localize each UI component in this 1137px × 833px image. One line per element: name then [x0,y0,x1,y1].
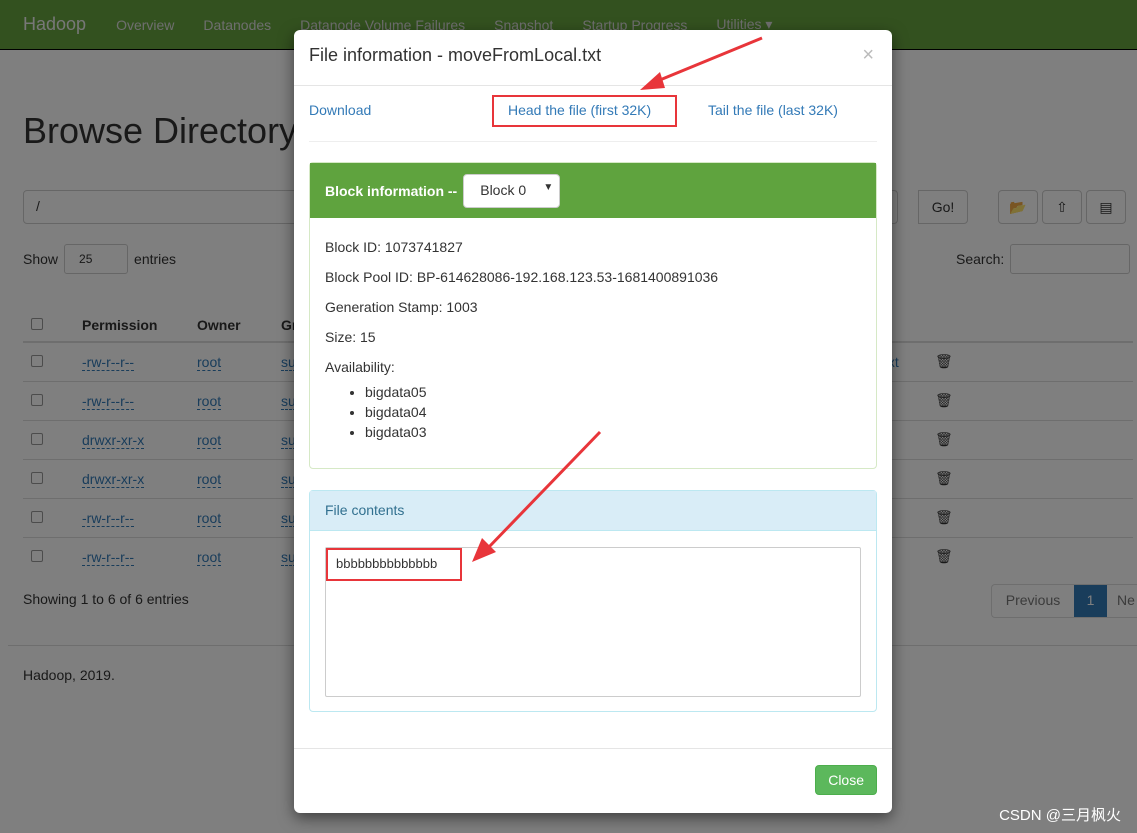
block-select[interactable]: Block 0 ▼ [463,173,561,208]
file-info-modal: File information - moveFromLocal.txt × D… [294,30,892,813]
block-size: Size: 15 [325,329,376,345]
download-link[interactable]: Download [309,102,371,118]
block-info-label: Block information -- [325,182,458,199]
block-pool-id: Block Pool ID: BP-614628086-192.168.123.… [325,269,719,285]
node-item: bigdata03 [365,422,861,442]
head-file-link[interactable]: Head the file (first 32K) [508,102,651,118]
file-actions: Download Head the file (first 32K) Tail … [309,102,877,142]
tail-file-link[interactable]: Tail the file (last 32K) [708,102,838,118]
generation-stamp: Generation Stamp: 1003 [325,299,478,315]
watermark: CSDN @三月枫火 [999,807,1121,824]
modal-footer: Close [294,748,892,813]
close-button[interactable]: Close [815,765,877,795]
node-list: bigdata05 bigdata04 bigdata03 [365,382,861,442]
file-contents-panel: File contents bbbbbbbbbbbbbb [309,490,877,712]
block-id: Block ID: 1073741827 [325,239,463,255]
modal-header: File information - moveFromLocal.txt × [294,30,892,86]
file-contents-label: File contents [310,491,876,531]
node-item: bigdata04 [365,402,861,422]
modal-title: File information - moveFromLocal.txt [309,45,602,65]
close-icon[interactable]: × [862,44,874,67]
block-info-panel: Block information -- Block 0 ▼ Block ID: … [309,162,877,469]
file-contents-textarea[interactable]: bbbbbbbbbbbbbb [325,547,861,697]
availability-label: Availability: [325,359,395,375]
node-item: bigdata05 [365,382,861,402]
